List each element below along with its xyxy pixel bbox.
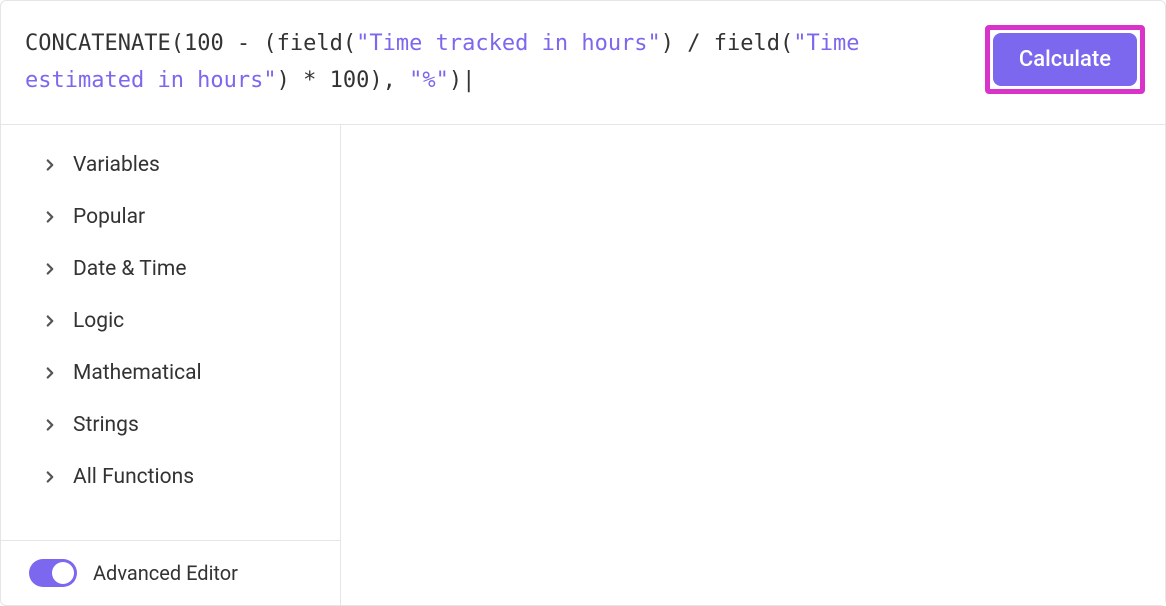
category-item[interactable]: Popular: [1, 191, 340, 243]
category-item[interactable]: Logic: [1, 295, 340, 347]
formula-token-string: "Time tracked in hours": [356, 31, 661, 56]
calculate-button[interactable]: Calculate: [993, 33, 1137, 86]
category-label: Logic: [73, 309, 124, 333]
sidebar-footer: Advanced Editor: [1, 540, 340, 605]
advanced-editor-toggle[interactable]: [29, 559, 77, 587]
category-label: Date & Time: [73, 257, 186, 281]
formula-token-plain: ) * 100),: [277, 68, 409, 93]
sidebar: Variables Popular Date & Time Logic Mathemat…: [1, 125, 341, 605]
category-item[interactable]: Mathematical: [1, 347, 340, 399]
formula-token-plain: ) /: [661, 31, 714, 56]
content-area: [341, 125, 1165, 605]
toggle-knob: [52, 562, 74, 584]
category-label: Variables: [73, 153, 160, 177]
advanced-editor-label: Advanced Editor: [93, 561, 238, 585]
category-item[interactable]: Date & Time: [1, 243, 340, 295]
formula-token-plain: ): [449, 68, 462, 93]
text-cursor: |: [462, 68, 475, 93]
category-label: All Functions: [73, 465, 194, 489]
formula-token-field-kw: field: [714, 31, 780, 56]
category-label: Popular: [73, 205, 145, 229]
formula-token-string: "%": [409, 68, 449, 93]
formula-token-plain: (100 - (: [171, 31, 277, 56]
formula-token-func: CONCATENATE: [25, 31, 171, 56]
category-item[interactable]: Strings: [1, 399, 340, 451]
formula-token-field-kw: field: [277, 31, 343, 56]
formula-bar: CONCATENATE(100 - (field("Time tracked i…: [1, 1, 1165, 125]
formula-token-plain: (: [343, 31, 356, 56]
main-area: Variables Popular Date & Time Logic Mathemat…: [1, 125, 1165, 605]
formula-token-plain: (: [780, 31, 793, 56]
category-label: Strings: [73, 413, 139, 437]
formula-input[interactable]: CONCATENATE(100 - (field("Time tracked i…: [25, 25, 965, 100]
category-item[interactable]: All Functions: [1, 451, 340, 503]
category-list: Variables Popular Date & Time Logic Mathemat…: [1, 125, 340, 540]
category-item[interactable]: Variables: [1, 139, 340, 191]
formula-editor-container: CONCATENATE(100 - (field("Time tracked i…: [0, 0, 1166, 606]
category-label: Mathematical: [73, 361, 202, 385]
calculate-highlight: Calculate: [985, 25, 1145, 94]
